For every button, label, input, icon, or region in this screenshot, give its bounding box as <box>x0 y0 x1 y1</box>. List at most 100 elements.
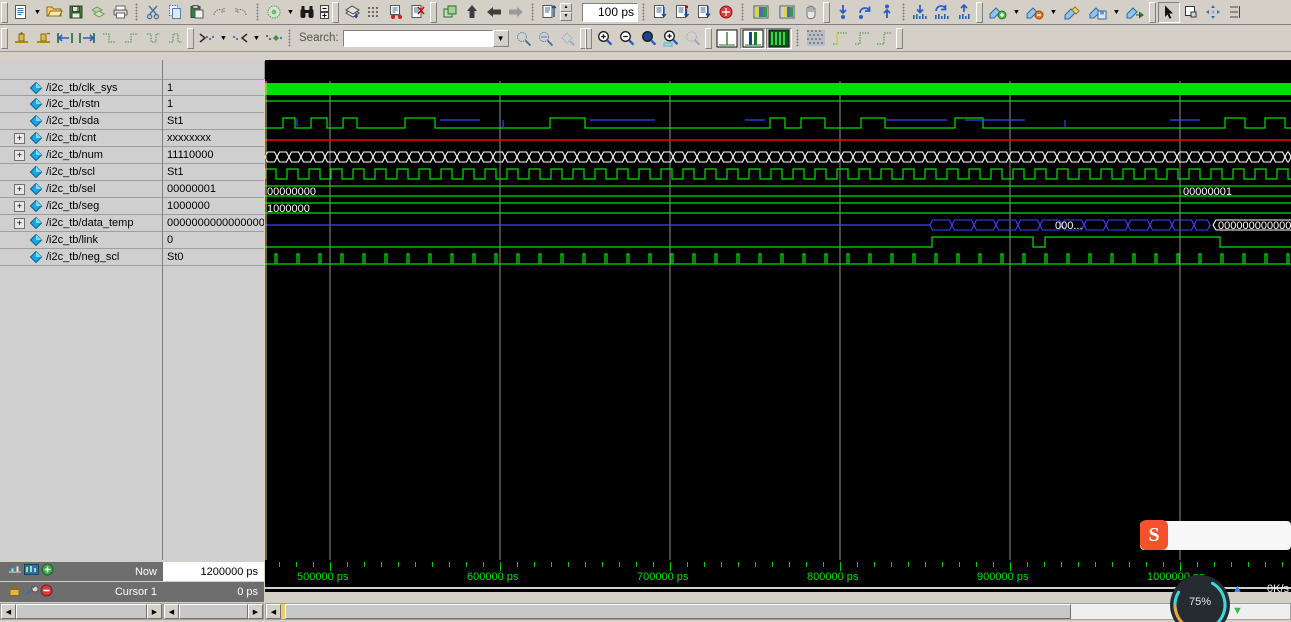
values-scroll-right-icon[interactable]: ▶ <box>248 604 263 619</box>
toolbar-grip[interactable] <box>430 1 437 23</box>
sogou-logo-icon[interactable]: S <box>1140 520 1168 550</box>
signal-row[interactable]: /i2c_tb/sda <box>0 113 162 130</box>
add-cursor-icon[interactable] <box>41 563 54 576</box>
wave-edit3-icon[interactable] <box>873 28 895 49</box>
zoom-mode-icon[interactable] <box>1180 2 1202 23</box>
wave-insert-icon[interactable] <box>909 2 931 23</box>
expand-icon[interactable]: + <box>14 132 25 144</box>
copy-icon[interactable] <box>164 2 186 23</box>
search-next-icon[interactable] <box>513 28 535 49</box>
signal-row[interactable]: /i2c_tb/clk_sys <box>0 79 162 96</box>
toolbar-grip[interactable] <box>704 27 712 49</box>
signal-row[interactable]: + /i2c_tb/num <box>0 147 162 164</box>
signal-row[interactable]: + /i2c_tb/seg <box>0 198 162 215</box>
timeline-icon[interactable] <box>8 563 22 576</box>
remove-wave-icon[interactable] <box>1022 2 1048 23</box>
signal-row[interactable]: + /i2c_tb/cnt <box>0 130 162 147</box>
edit-mode-icon[interactable] <box>1224 2 1246 23</box>
toolbar-grip[interactable] <box>976 1 983 23</box>
waveform-canvas[interactable]: 00000000 00000001 1000000 000... 00000000000… <box>265 81 1291 560</box>
run-icon[interactable] <box>649 2 671 23</box>
wave-single-icon[interactable] <box>714 28 740 49</box>
toolbar-grip[interactable] <box>1 1 8 23</box>
run-all-icon[interactable] <box>693 2 715 23</box>
compile-all-icon[interactable] <box>363 2 385 23</box>
values-hscrollbar[interactable]: ◀ ▶ <box>163 603 264 620</box>
save-wave-dropdown-icon[interactable] <box>1111 2 1122 23</box>
up-arrow-icon[interactable] <box>461 2 483 23</box>
rising-edge-icon[interactable] <box>120 28 142 49</box>
find-next-icon[interactable] <box>229 28 251 49</box>
expand-icon[interactable]: + <box>14 183 25 195</box>
search-input[interactable] <box>342 29 493 47</box>
time-step-field[interactable]: 100 ps <box>582 2 638 22</box>
wave-view-icon[interactable] <box>24 563 39 576</box>
insert-cursor-icon[interactable] <box>832 2 854 23</box>
cut-icon[interactable] <box>142 2 164 23</box>
signal-row[interactable]: + /i2c_tb/data_temp <box>0 215 162 232</box>
new-wave-dropdown-icon[interactable] <box>1011 2 1022 23</box>
names-scroll-thumb[interactable] <box>16 604 147 619</box>
delete-cursor-red-icon[interactable] <box>40 584 53 597</box>
undo-icon[interactable] <box>208 2 230 23</box>
spin-down-icon[interactable]: ▼ <box>560 11 572 21</box>
names-scroll-right-icon[interactable]: ▶ <box>147 604 162 619</box>
signal-row[interactable]: /i2c_tb/scl <box>0 164 162 181</box>
wave-hscrollbar[interactable]: ◀ <box>265 603 1291 620</box>
new-wave-icon[interactable] <box>985 2 1011 23</box>
select-mode-icon[interactable] <box>1158 1 1180 23</box>
next-edge-icon[interactable] <box>76 28 98 49</box>
grouping-icon[interactable] <box>439 2 461 23</box>
compile-icon[interactable] <box>341 2 363 23</box>
remove-breakpoint-icon[interactable] <box>32 28 54 49</box>
zoom-in-icon[interactable] <box>594 28 616 49</box>
signal-row[interactable]: + /i2c_tb/sel <box>0 181 162 198</box>
expand-icon[interactable]: + <box>14 149 25 161</box>
search-all-icon[interactable] <box>557 28 579 49</box>
toolbar-grip[interactable] <box>584 27 592 49</box>
find-icon[interactable] <box>263 2 285 23</box>
back-arrow-icon[interactable] <box>483 2 505 23</box>
prev-edge-icon[interactable] <box>54 28 76 49</box>
expand-icon[interactable]: + <box>14 200 25 212</box>
network-speed-widget[interactable]: 75% <box>1168 573 1232 622</box>
zoom-cursor-icon[interactable] <box>660 28 682 49</box>
break-red-icon[interactable] <box>715 2 737 23</box>
restart-icon[interactable] <box>538 2 560 23</box>
insert-breakpoint-icon[interactable] <box>10 28 32 49</box>
signal-row[interactable]: /i2c_tb/neg_scl <box>0 249 162 266</box>
signal-row[interactable]: /i2c_tb/link <box>0 232 162 249</box>
search-prev-icon[interactable] <box>535 28 557 49</box>
wave-split-icon[interactable] <box>739 27 766 49</box>
simulate-icon[interactable] <box>385 2 407 23</box>
toolbar-grip[interactable] <box>823 1 830 23</box>
values-scroll-left-icon[interactable]: ◀ <box>164 604 179 619</box>
collapse-all-icon[interactable] <box>318 2 331 23</box>
find-dropdown-icon[interactable] <box>285 2 296 23</box>
binoculars-icon[interactable] <box>296 2 318 23</box>
toolbar-grip[interactable] <box>332 1 339 23</box>
zoom-out-icon[interactable] <box>616 28 638 49</box>
toolbar-grip[interactable] <box>1 27 8 49</box>
wave-full-icon[interactable] <box>765 27 792 49</box>
grid-icon[interactable] <box>803 28 829 49</box>
wrench-icon[interactable] <box>24 584 38 597</box>
find-expr-icon[interactable] <box>262 28 284 49</box>
toolbar-grip[interactable] <box>1149 1 1156 23</box>
hand-icon[interactable] <box>800 2 822 23</box>
wave-edit1-icon[interactable] <box>829 28 851 49</box>
names-hscrollbar[interactable]: ◀ ▶ <box>0 603 163 620</box>
new-file-icon[interactable] <box>10 2 32 23</box>
pan-mode-icon[interactable] <box>1202 2 1224 23</box>
redo-icon[interactable] <box>230 2 252 23</box>
step-over-icon[interactable] <box>774 2 800 23</box>
find-prev-dropdown-icon[interactable] <box>218 28 229 49</box>
zoom-full-icon[interactable] <box>638 28 660 49</box>
new-file-dropdown-icon[interactable] <box>32 2 43 23</box>
find-prev-icon[interactable] <box>196 28 218 49</box>
edge-low-icon[interactable] <box>142 28 164 49</box>
print-icon[interactable] <box>109 2 131 23</box>
signal-row[interactable]: /i2c_tb/rstn <box>0 96 162 113</box>
wave-scroll-thumb[interactable] <box>285 604 1071 619</box>
lock-icon[interactable] <box>8 584 22 597</box>
